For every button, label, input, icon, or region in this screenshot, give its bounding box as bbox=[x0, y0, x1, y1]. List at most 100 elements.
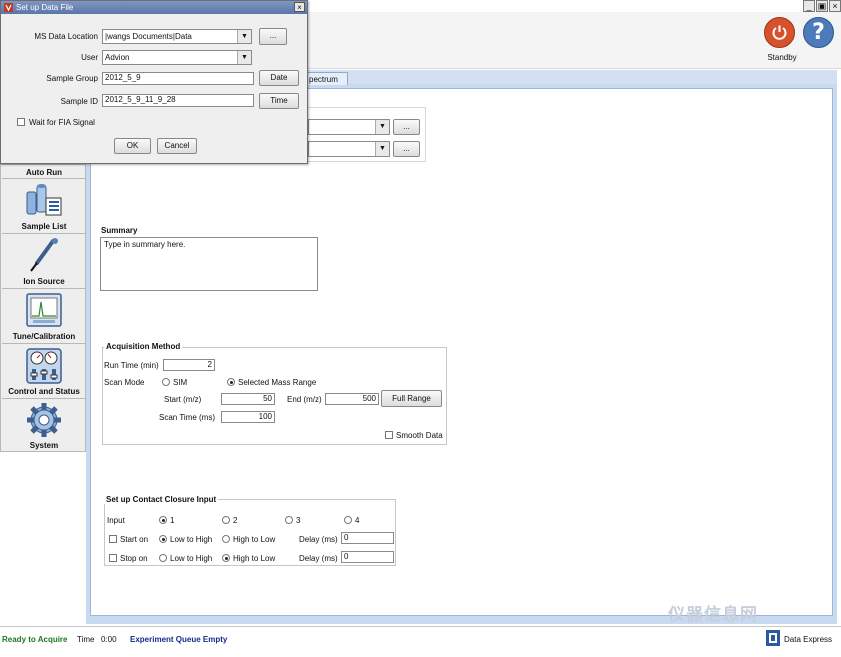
summary-label: Summary bbox=[101, 226, 138, 235]
scan-time-input[interactable]: 100 bbox=[221, 411, 275, 423]
ready-status: Ready to Acquire bbox=[2, 635, 68, 644]
stop-high-to-low-label: High to Low bbox=[233, 554, 276, 563]
close-window-button[interactable]: × bbox=[829, 0, 841, 12]
system-gear-icon bbox=[27, 403, 61, 437]
run-time-label: Run Time (min) bbox=[104, 361, 159, 370]
input-3-label: 3 bbox=[296, 516, 301, 525]
watermark: 仪器信息网 bbox=[668, 605, 758, 624]
input-4-radio[interactable] bbox=[344, 516, 352, 524]
selected-mass-range-label: Selected Mass Range bbox=[238, 378, 317, 387]
input-2-label: 2 bbox=[233, 516, 238, 525]
smooth-data-checkbox[interactable] bbox=[385, 431, 393, 439]
start-delay-input[interactable]: 0 bbox=[341, 532, 394, 544]
sidebar-item-label: Auto Run bbox=[26, 168, 62, 177]
sample-list-icon bbox=[26, 184, 62, 216]
scan-time-label: Scan Time (ms) bbox=[159, 413, 216, 422]
stop-delay-input[interactable]: 0 bbox=[341, 551, 394, 563]
input-2-radio[interactable] bbox=[222, 516, 230, 524]
sidebar-item-sample-list[interactable]: Sample List bbox=[2, 179, 86, 234]
fia-signal-label: Wait for FIA Signal bbox=[29, 118, 95, 127]
ion-source-icon bbox=[30, 238, 58, 272]
time-value: 0:00 bbox=[101, 635, 117, 644]
sample-id-label: Sample ID bbox=[60, 97, 98, 106]
stop-low-to-high-radio[interactable] bbox=[159, 554, 167, 562]
standby-button[interactable] bbox=[764, 17, 795, 48]
contact-closure-title: Set up Contact Closure Input bbox=[104, 495, 219, 504]
start-low-to-high-radio[interactable] bbox=[159, 535, 167, 543]
restore-button[interactable]: ▣ bbox=[816, 0, 828, 12]
ok-button[interactable]: OK bbox=[114, 138, 151, 154]
stop-delay-label: Delay (ms) bbox=[299, 554, 338, 563]
hidden-group-box bbox=[308, 107, 426, 162]
sample-group-label: Sample Group bbox=[46, 74, 98, 83]
smooth-data-label: Smooth Data bbox=[396, 431, 443, 440]
stop-high-to-low-radio[interactable] bbox=[222, 554, 230, 562]
run-time-input[interactable]: 2 bbox=[163, 359, 215, 371]
time-button[interactable]: Time bbox=[259, 93, 299, 109]
selected-mass-range-radio[interactable] bbox=[227, 378, 235, 386]
fia-signal-checkbox[interactable] bbox=[17, 118, 25, 126]
start-mz-input[interactable]: 50 bbox=[221, 393, 275, 405]
start-mz-label: Start (m/z) bbox=[164, 395, 202, 404]
input-3-radio[interactable] bbox=[285, 516, 293, 524]
input-1-label: 1 bbox=[170, 516, 175, 525]
sidebar-item-label: System bbox=[29, 441, 59, 450]
help-button[interactable]: ? bbox=[803, 17, 834, 48]
input-1-radio[interactable] bbox=[159, 516, 167, 524]
time-label: Time bbox=[77, 635, 95, 644]
sample-id-input[interactable]: 2012_5_9_11_9_28 bbox=[102, 94, 254, 107]
app-logo-icon bbox=[4, 3, 13, 12]
start-high-to-low-label: High to Low bbox=[233, 535, 276, 544]
app-name: Data Express bbox=[784, 635, 833, 644]
dialog-titlebar[interactable]: Set up Data File × bbox=[1, 1, 307, 14]
tune-calibration-icon bbox=[26, 293, 62, 327]
scan-mode-label: Scan Mode bbox=[104, 378, 145, 387]
sidebar-item-label: Ion Source bbox=[23, 277, 65, 286]
sidebar: Auto Run Sample List Ion Source Tune/Cal… bbox=[0, 164, 86, 452]
user-combo[interactable]: Advion ▼ bbox=[102, 50, 252, 65]
end-mz-input[interactable]: 500 bbox=[325, 393, 379, 405]
full-range-button[interactable]: Full Range bbox=[381, 390, 442, 407]
user-label: User bbox=[81, 53, 98, 62]
chevron-down-icon[interactable]: ▼ bbox=[237, 51, 251, 64]
sidebar-item-ion-source[interactable]: Ion Source bbox=[2, 234, 86, 289]
start-low-to-high-label: Low to High bbox=[170, 535, 213, 544]
status-bar: Ready to Acquire Time 0:00 Experiment Qu… bbox=[0, 626, 841, 657]
summary-textarea[interactable]: Type in summary here. bbox=[100, 237, 318, 291]
sample-group-input[interactable]: 2012_5_9 bbox=[102, 72, 254, 85]
sidebar-item-auto-run[interactable]: Auto Run bbox=[2, 165, 86, 179]
setup-data-file-dialog: Set up Data File × MS Data Location |wan… bbox=[0, 0, 308, 164]
input-label: Input bbox=[107, 516, 125, 525]
minimize-button[interactable]: _ bbox=[803, 0, 815, 12]
window-controls: _ ▣ × bbox=[802, 0, 841, 12]
control-status-icon bbox=[26, 348, 62, 384]
sidebar-item-control-status[interactable]: Control and Status bbox=[2, 344, 86, 399]
dialog-close-button[interactable]: × bbox=[294, 2, 305, 12]
dialog-title: Set up Data File bbox=[16, 3, 74, 12]
stop-on-checkbox[interactable] bbox=[109, 554, 117, 562]
start-on-checkbox[interactable] bbox=[109, 535, 117, 543]
ms-data-location-combo[interactable]: |wangs Documents|Data ▼ bbox=[102, 29, 252, 44]
chevron-down-icon[interactable]: ▼ bbox=[237, 30, 251, 43]
end-mz-label: End (m/z) bbox=[287, 395, 322, 404]
start-on-label: Start on bbox=[120, 535, 149, 544]
cancel-button[interactable]: Cancel bbox=[157, 138, 197, 154]
stop-on-label: Stop on bbox=[120, 554, 148, 563]
sidebar-item-system[interactable]: System bbox=[2, 399, 86, 452]
queue-status: Experiment Queue Empty bbox=[130, 635, 228, 644]
sidebar-item-label: Control and Status bbox=[8, 387, 80, 396]
sim-label: SIM bbox=[173, 378, 188, 387]
stop-low-to-high-label: Low to High bbox=[170, 554, 213, 563]
input-4-label: 4 bbox=[355, 516, 360, 525]
ms-data-location-value: |wangs Documents|Data bbox=[105, 32, 192, 41]
date-button[interactable]: Date bbox=[259, 70, 299, 86]
sidebar-item-tune-calibration[interactable]: Tune/Calibration bbox=[2, 289, 86, 344]
ms-data-location-label: MS Data Location bbox=[34, 32, 98, 41]
sim-radio[interactable] bbox=[162, 378, 170, 386]
start-delay-label: Delay (ms) bbox=[299, 535, 338, 544]
standby-label: Standby bbox=[767, 53, 797, 62]
acquisition-method-title: Acquisition Method bbox=[104, 342, 183, 351]
start-high-to-low-radio[interactable] bbox=[222, 535, 230, 543]
data-express-logo-icon bbox=[766, 630, 780, 646]
browse-location-button[interactable]: ... bbox=[259, 28, 287, 45]
